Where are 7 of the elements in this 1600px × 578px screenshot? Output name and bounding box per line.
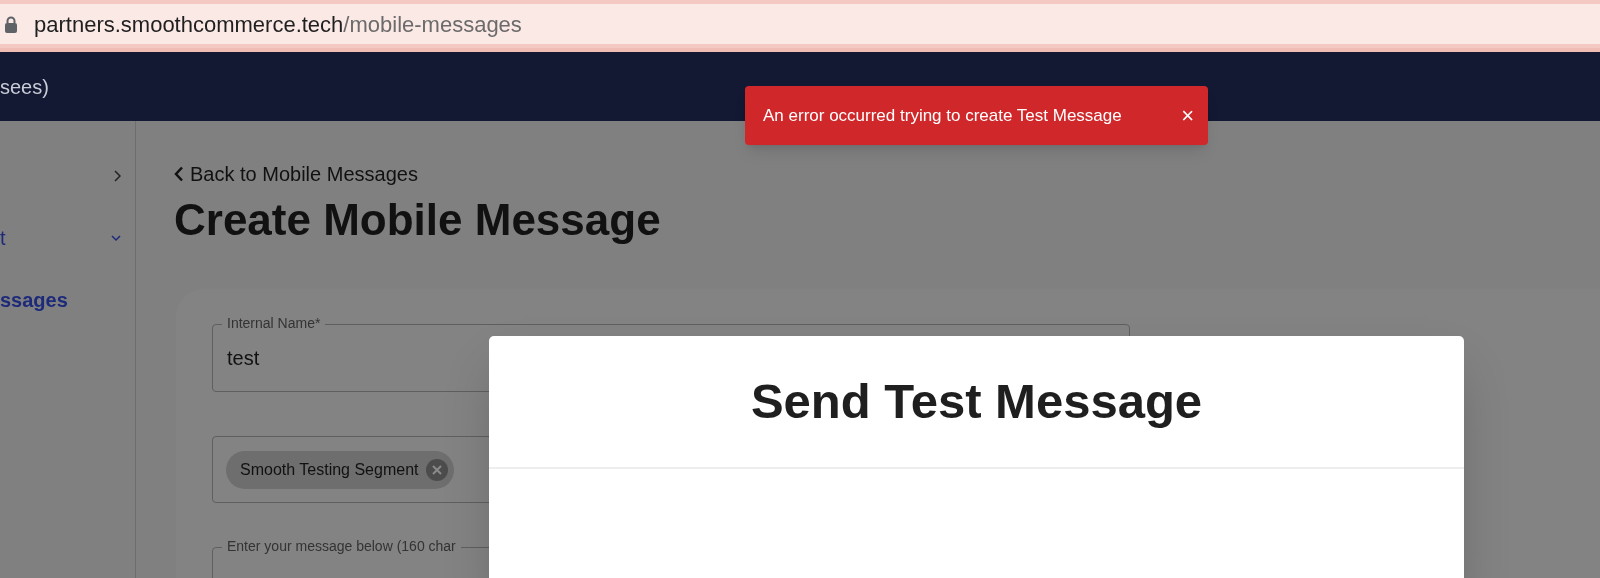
modal-title: Send Test Message — [750, 372, 1203, 430]
page-title: Create Mobile Message — [174, 194, 662, 246]
url-text: partners.smoothcommerce.tech/mobile-messages — [34, 10, 522, 39]
nav-text: sees) — [0, 74, 49, 100]
field-label: Enter your message below (160 char — [222, 537, 461, 555]
toast-message: An error occurred trying to create Test Message — [763, 104, 1122, 127]
field-value: test — [227, 346, 260, 371]
